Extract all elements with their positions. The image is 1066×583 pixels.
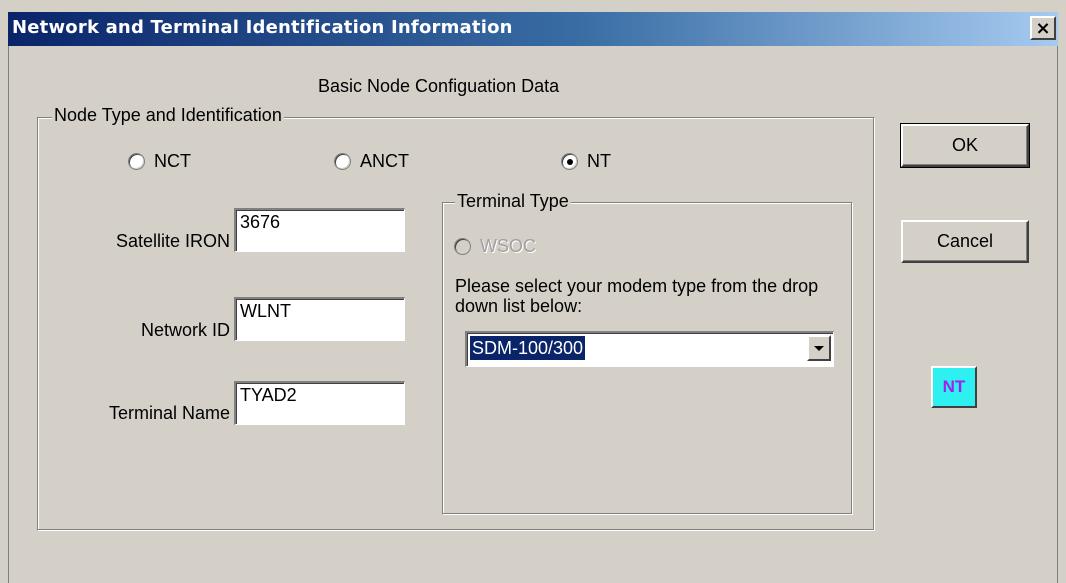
- radio-nct-label: NCT: [154, 151, 191, 171]
- modem-type-select[interactable]: SDM-100/300: [465, 331, 834, 367]
- radio-nt[interactable]: NT: [561, 151, 611, 172]
- network-id-input[interactable]: WLNT: [234, 297, 405, 341]
- cancel-button[interactable]: Cancel: [901, 220, 1029, 263]
- network-id-label: Network ID: [140, 320, 230, 340]
- window-title: Network and Terminal Identification Info…: [12, 17, 513, 38]
- node-type-badge: NT: [931, 366, 977, 408]
- ok-button[interactable]: OK: [900, 123, 1030, 168]
- dropdown-button[interactable]: [807, 335, 831, 361]
- radio-anct-label: ANCT: [360, 151, 409, 171]
- terminal-name-input[interactable]: TYAD2: [234, 381, 405, 425]
- modem-hint-text: Please select your modem type from the d…: [455, 276, 819, 316]
- modem-type-selected-value: SDM-100/300: [470, 336, 586, 360]
- radio-wsoc[interactable]: WSOC: [454, 236, 536, 257]
- radio-nt-label: NT: [587, 151, 611, 171]
- radio-button-icon: [454, 238, 471, 255]
- close-icon: ×: [1035, 17, 1051, 39]
- terminal-name-label: Terminal Name: [108, 403, 230, 423]
- title-bar[interactable]: Network and Terminal Identification Info…: [8, 12, 1058, 46]
- radio-wsoc-label: WSOC: [480, 236, 536, 256]
- chevron-down-icon: [814, 345, 824, 351]
- dialog-window: Network and Terminal Identification Info…: [0, 0, 1066, 583]
- satellite-iron-input[interactable]: 3676: [234, 208, 405, 252]
- radio-button-icon: [128, 153, 145, 170]
- radio-button-icon: [334, 153, 351, 170]
- node-type-group-title: Node Type and Identification: [52, 105, 284, 126]
- satellite-iron-label: Satellite IRON: [115, 231, 230, 251]
- radio-nct[interactable]: NCT: [128, 151, 191, 172]
- radio-anct[interactable]: ANCT: [334, 151, 409, 172]
- terminal-type-group-title: Terminal Type: [455, 191, 571, 212]
- close-button[interactable]: ×: [1030, 16, 1056, 40]
- section-heading: Basic Node Configuation Data: [318, 76, 560, 96]
- radio-button-checked-icon: [561, 153, 578, 170]
